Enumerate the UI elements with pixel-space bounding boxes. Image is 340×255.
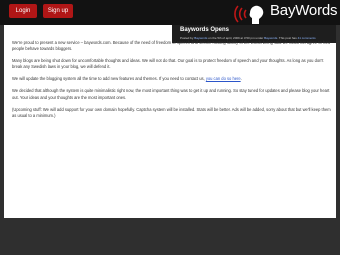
paragraph-1: We're proud to present a new service – b… — [12, 40, 331, 52]
paragraph-4: We decided that although the system is q… — [12, 88, 330, 100]
paragraph-3-text: We will update the blogging system all t… — [12, 76, 206, 82]
article-body: We're proud to present a new service – b… — [12, 40, 334, 125]
logo-text: BayWords — [270, 2, 338, 19]
post-title: Baywords Opens — [180, 27, 230, 33]
top-bar: Login Sign up BayWords — [0, 0, 340, 25]
person-broadcast-icon — [234, 5, 264, 24]
paragraph-5: (Upcoming stuff: We will add support for… — [12, 106, 331, 118]
contact-link[interactable]: you can do so here — [206, 76, 241, 81]
paragraph-3: We will update the blogging system all t… — [12, 76, 334, 82]
logo[interactable]: BayWords — [220, 0, 340, 25]
paragraph-3-end: . — [240, 76, 242, 82]
signup-button[interactable]: Sign up — [43, 4, 73, 18]
paragraph-2: Many blogs are being shut down for uncom… — [12, 58, 324, 70]
login-button[interactable]: Login — [9, 4, 37, 18]
main-content: Baywords Opens Posted by Baywords on the… — [4, 25, 336, 218]
